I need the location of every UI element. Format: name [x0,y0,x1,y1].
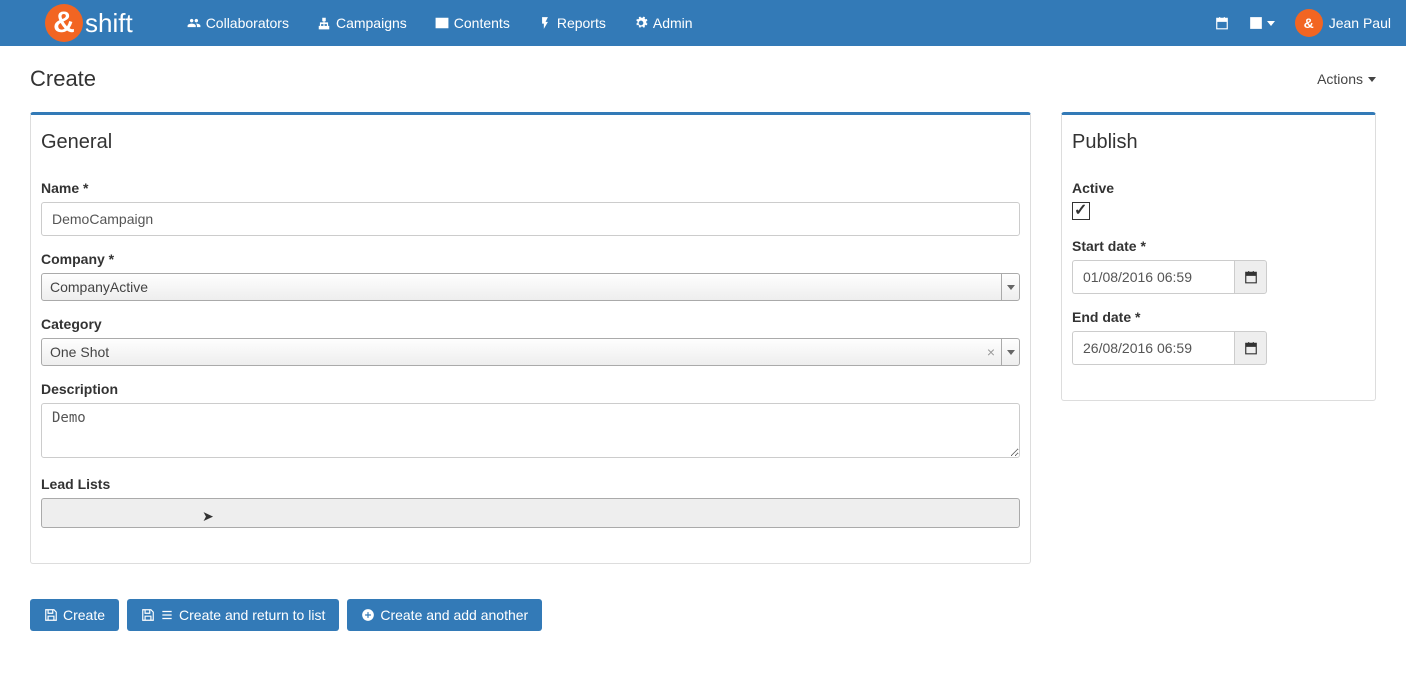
nav-label: Campaigns [336,15,407,31]
caret-down-icon [1368,77,1376,82]
category-select[interactable]: One Shot × [41,338,1020,366]
brand-text: shift [85,8,133,39]
create-return-button[interactable]: Create and return to list [127,599,339,631]
button-label: Create and add another [380,607,528,623]
nav-admin[interactable]: Admin [620,0,707,46]
company-label: Company * [41,251,1020,267]
page-title: Create [30,66,96,92]
create-another-button[interactable]: Create and add another [347,599,542,631]
company-value: CompanyActive [42,279,1001,295]
start-date-picker-button[interactable] [1234,260,1267,294]
page-header: Create Actions [0,46,1406,102]
nav-label: Collaborators [206,15,289,31]
nav-collaborators[interactable]: Collaborators [173,0,303,46]
chevron-down-icon [1001,274,1019,300]
calendar-icon [1215,16,1229,30]
name-label: Name * [41,180,1020,196]
active-checkbox[interactable] [1072,202,1090,220]
end-date-input[interactable] [1072,331,1234,365]
plus-circle-icon [361,608,375,622]
users-icon [187,16,201,30]
nav-label: Reports [557,15,606,31]
gear-icon [634,16,648,30]
actions-label: Actions [1317,71,1363,87]
end-date-label: End date * [1072,309,1365,325]
nav-label: Admin [653,15,693,31]
category-label: Category [41,316,1020,332]
general-panel: General Name * Company * CompanyActive C… [30,112,1031,564]
publish-panel: Publish Active Start date * End date * [1061,112,1376,401]
publish-title: Publish [1072,131,1365,154]
nav-reports[interactable]: Reports [524,0,620,46]
create-button[interactable]: Create [30,599,119,631]
nav-calendar[interactable] [1215,16,1229,30]
brand-logo[interactable]: & shift [45,4,133,42]
envelope-icon [435,16,449,30]
bolt-icon [538,16,552,30]
avatar-icon: & [1295,9,1323,37]
navbar: & shift Collaborators Campaigns Contents… [0,0,1406,46]
footer-buttons: Create Create and return to list Create … [0,584,1406,661]
nav-add-dropdown[interactable] [1249,16,1275,30]
clear-icon[interactable]: × [981,344,1001,360]
actions-dropdown[interactable]: Actions [1317,71,1376,87]
chevron-down-icon [1001,339,1019,365]
nav-campaigns[interactable]: Campaigns [303,0,421,46]
ampersand-icon: & [45,4,83,42]
user-name: Jean Paul [1329,15,1391,31]
end-date-picker-button[interactable] [1234,331,1267,365]
calendar-icon [1244,270,1258,284]
button-label: Create [63,607,105,623]
plus-square-icon [1249,16,1263,30]
caret-down-icon [1267,21,1275,26]
nav-contents[interactable]: Contents [421,0,524,46]
calendar-icon [1244,341,1258,355]
start-date-input[interactable] [1072,260,1234,294]
active-label: Active [1072,180,1365,196]
leadlists-label: Lead Lists [41,476,1020,492]
button-label: Create and return to list [179,607,325,623]
general-title: General [41,131,1020,154]
user-menu[interactable]: & Jean Paul [1295,9,1391,37]
category-value: One Shot [42,344,981,360]
company-select[interactable]: CompanyActive [41,273,1020,301]
leadlists-select[interactable] [41,498,1020,528]
save-icon [141,608,155,622]
sitemap-icon [317,16,331,30]
description-label: Description [41,381,1020,397]
start-date-label: Start date * [1072,238,1365,254]
description-input[interactable] [41,403,1020,458]
nav-label: Contents [454,15,510,31]
list-icon [160,608,174,622]
save-icon [44,608,58,622]
name-input[interactable] [41,202,1020,236]
